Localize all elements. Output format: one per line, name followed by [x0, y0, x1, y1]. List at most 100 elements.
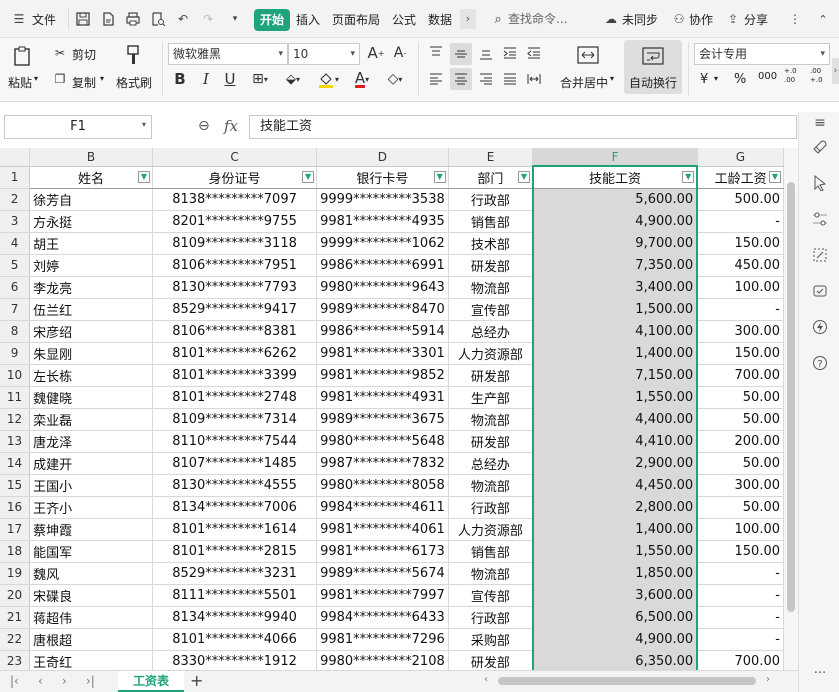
- data-cell-skill-wage[interactable]: 4,100.00: [531, 320, 699, 343]
- data-cell-name[interactable]: 王齐小: [29, 496, 153, 519]
- tab-insert[interactable]: 插入: [296, 11, 320, 28]
- data-cell-seniority-wage[interactable]: -: [697, 298, 784, 321]
- data-cell-skill-wage[interactable]: 7,150.00: [531, 364, 699, 387]
- format-painter-button[interactable]: 格式刷: [116, 74, 152, 91]
- last-sheet-icon[interactable]: ›|: [86, 674, 95, 688]
- data-cell-seniority-wage[interactable]: -: [697, 210, 784, 233]
- data-cell-department[interactable]: 行政部: [448, 188, 534, 211]
- first-sheet-icon[interactable]: |‹: [10, 674, 19, 688]
- data-cell-seniority-wage[interactable]: 50.00: [697, 452, 784, 475]
- data-cell-skill-wage[interactable]: 1,500.00: [531, 298, 699, 321]
- data-cell-department[interactable]: 行政部: [448, 606, 534, 629]
- data-cell-skill-wage[interactable]: 4,900.00: [531, 628, 699, 651]
- more-tabs-chevron-icon[interactable]: ›: [460, 9, 476, 29]
- row-number[interactable]: 18: [0, 540, 31, 563]
- data-cell-skill-wage[interactable]: 1,550.00: [531, 540, 699, 563]
- data-cell-seniority-wage[interactable]: -: [697, 628, 784, 651]
- data-cell-seniority-wage[interactable]: 150.00: [697, 342, 784, 365]
- row-number[interactable]: 21: [0, 606, 31, 629]
- quick-access-dropdown-icon[interactable]: ▾: [226, 10, 244, 28]
- data-cell-id-number[interactable]: 8106*********8381: [152, 320, 318, 343]
- percent-button[interactable]: %: [734, 72, 746, 87]
- cloud-sync-icon[interactable]: ☁: [602, 10, 620, 28]
- data-cell-id-number[interactable]: 8110*********7544: [152, 430, 318, 453]
- data-cell-name[interactable]: 魏健晓: [29, 386, 153, 409]
- more-icon[interactable]: ···: [811, 664, 829, 682]
- print-preview-icon[interactable]: [149, 10, 167, 28]
- header-cell-skill-wage[interactable]: 技能工资 ▼: [531, 165, 699, 189]
- data-cell-seniority-wage[interactable]: 150.00: [697, 540, 784, 563]
- data-cell-skill-wage[interactable]: 2,900.00: [531, 452, 699, 475]
- tab-data[interactable]: 数据: [428, 11, 452, 28]
- data-cell-seniority-wage[interactable]: 100.00: [697, 276, 784, 299]
- data-cell-bank-card[interactable]: 9981*********3301: [316, 342, 449, 365]
- data-cell-id-number[interactable]: 8101*********6262: [152, 342, 318, 365]
- collaboration-icon[interactable]: ⚇: [670, 10, 688, 28]
- data-cell-department[interactable]: 研发部: [448, 364, 534, 387]
- data-cell-name[interactable]: 栾业磊: [29, 408, 153, 431]
- data-cell-department[interactable]: 行政部: [448, 496, 534, 519]
- data-cell-department[interactable]: 研发部: [448, 254, 534, 277]
- data-cell-name[interactable]: 朱显刚: [29, 342, 153, 365]
- font-name-select[interactable]: 微软雅黑 ▾: [168, 43, 288, 65]
- data-cell-name[interactable]: 蒋超伟: [29, 606, 153, 629]
- data-cell-name[interactable]: 魏风: [29, 562, 153, 585]
- save-icon[interactable]: [74, 10, 92, 28]
- data-cell-bank-card[interactable]: 9980*********9643: [316, 276, 449, 299]
- number-format-select[interactable]: 会计专用 ▾: [694, 43, 830, 65]
- sheet-tab-salary[interactable]: 工资表: [118, 671, 184, 692]
- data-cell-seniority-wage[interactable]: -: [697, 584, 784, 607]
- row-number[interactable]: 6: [0, 276, 31, 299]
- row-number[interactable]: 20: [0, 584, 31, 607]
- borders-icon[interactable]: ⊞ ▾: [246, 69, 274, 89]
- data-cell-bank-card[interactable]: 9981*********7296: [316, 628, 449, 651]
- fill-color-icon[interactable]: ▾: [312, 69, 344, 89]
- lightning-icon[interactable]: [811, 318, 829, 336]
- column-header-d[interactable]: D: [316, 148, 449, 167]
- data-cell-id-number[interactable]: 8130*********4555: [152, 474, 318, 497]
- row-number[interactable]: 16: [0, 496, 31, 519]
- adjust-sliders-icon[interactable]: [811, 210, 829, 228]
- data-cell-skill-wage[interactable]: 7,350.00: [531, 254, 699, 277]
- data-cell-skill-wage[interactable]: 1,400.00: [531, 518, 699, 541]
- data-cell-bank-card[interactable]: 9980*********2108: [316, 650, 449, 670]
- data-cell-bank-card[interactable]: 9989*********8470: [316, 298, 449, 321]
- data-cell-skill-wage[interactable]: 6,500.00: [531, 606, 699, 629]
- data-cell-name[interactable]: 刘婷: [29, 254, 153, 277]
- data-cell-department[interactable]: 采购部: [448, 628, 534, 651]
- data-cell-name[interactable]: 能国军: [29, 540, 153, 563]
- row-number[interactable]: 17: [0, 518, 31, 541]
- data-cell-id-number[interactable]: 8529*********9417: [152, 298, 318, 321]
- formula-input[interactable]: 技能工资: [249, 115, 797, 139]
- data-cell-name[interactable]: 王奇红: [29, 650, 153, 670]
- previous-sheet-icon[interactable]: ‹: [38, 674, 43, 688]
- italic-icon[interactable]: I: [196, 69, 216, 89]
- data-cell-skill-wage[interactable]: 2,800.00: [531, 496, 699, 519]
- data-cell-bank-card[interactable]: 9999*********1062: [316, 232, 449, 255]
- zoom-search-icon[interactable]: ⊖: [198, 118, 210, 134]
- data-cell-skill-wage[interactable]: 4,410.00: [531, 430, 699, 453]
- ribbon-scroll-right-icon[interactable]: ›: [832, 58, 839, 84]
- decrease-font-icon[interactable]: A-: [390, 43, 410, 63]
- header-cell-name[interactable]: 姓名 ▼: [29, 166, 153, 189]
- data-cell-skill-wage[interactable]: 9,700.00: [531, 232, 699, 255]
- data-cell-name[interactable]: 唐龙泽: [29, 430, 153, 453]
- increase-decimal-button[interactable]: +.0 .00: [784, 67, 804, 85]
- data-cell-skill-wage[interactable]: 4,400.00: [531, 408, 699, 431]
- data-cell-seniority-wage[interactable]: 150.00: [697, 232, 784, 255]
- collapse-ribbon-icon[interactable]: ⌃: [814, 10, 832, 28]
- wrap-text-button[interactable]: 自动换行: [624, 40, 682, 94]
- vertical-scrollbar[interactable]: [784, 148, 798, 670]
- data-cell-bank-card[interactable]: 9986*********6991: [316, 254, 449, 277]
- row-number[interactable]: 11: [0, 386, 31, 409]
- column-header-b[interactable]: B: [29, 148, 153, 167]
- data-cell-id-number[interactable]: 8101*********3399: [152, 364, 318, 387]
- data-cell-department[interactable]: 物流部: [448, 408, 534, 431]
- cell-style-icon[interactable]: ⬙ ▾: [278, 69, 308, 89]
- data-cell-id-number[interactable]: 8101*********1614: [152, 518, 318, 541]
- data-cell-department[interactable]: 宣传部: [448, 298, 534, 321]
- data-cell-department[interactable]: 物流部: [448, 562, 534, 585]
- share-button[interactable]: 分享: [744, 11, 768, 28]
- data-cell-id-number[interactable]: 8107*********1485: [152, 452, 318, 475]
- data-cell-department[interactable]: 研发部: [448, 430, 534, 453]
